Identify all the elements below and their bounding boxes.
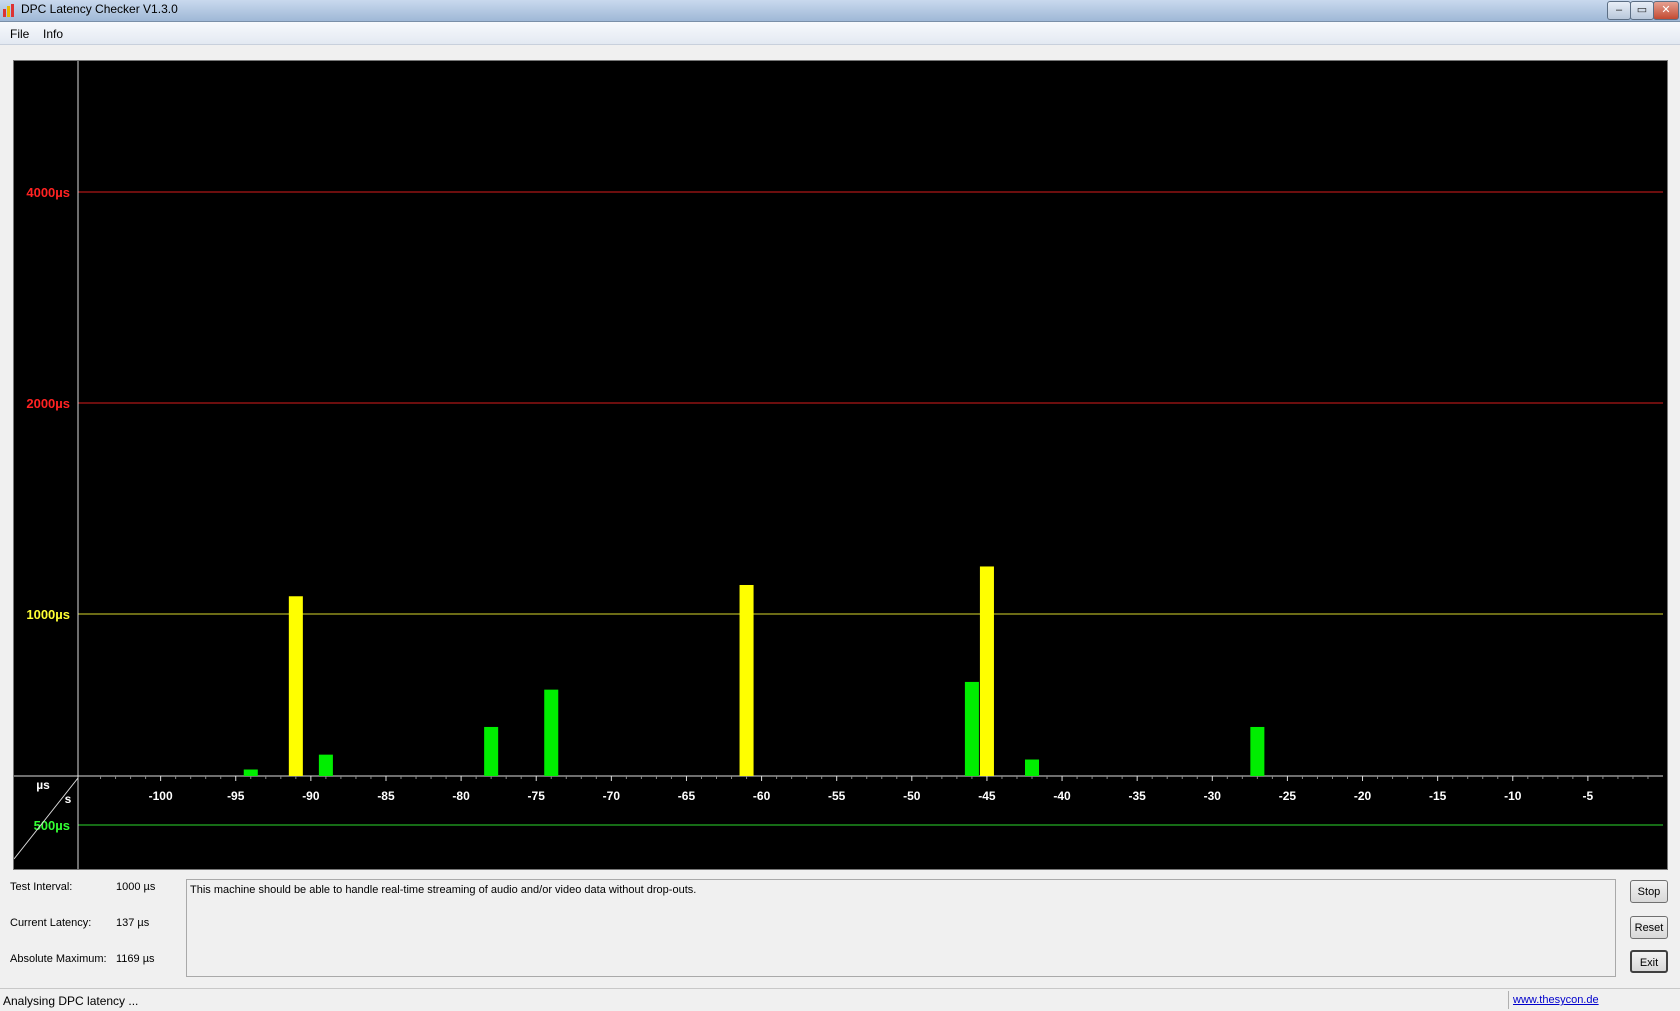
x-tick-label: -40 (1053, 789, 1071, 803)
maximize-button[interactable]: ▭ (1630, 1, 1654, 20)
latency-bar (288, 596, 303, 776)
menu-bar: File Info (0, 22, 1680, 45)
exit-button[interactable]: Exit (1630, 950, 1668, 973)
bottom-panel: Test Interval: 1000 µs Current Latency: … (0, 876, 1680, 988)
latency-bar (979, 566, 994, 776)
x-tick-label: -20 (1354, 789, 1372, 803)
current-latency-value: 137 µs (116, 917, 150, 929)
latency-chart-svg: 500µs1000µs2000µs4000µs8000µs16000µsµss-… (14, 61, 1663, 869)
window-title: DPC Latency Checker V1.3.0 (21, 2, 178, 16)
close-button[interactable]: ✕ (1653, 1, 1679, 20)
threshold-label: 2000µs (26, 396, 70, 411)
status-bar: Analysing DPC latency ... www.thesycon.d… (0, 988, 1680, 1011)
latency-bar (1024, 759, 1040, 776)
x-tick-label: -75 (528, 789, 546, 803)
absolute-maximum-value: 1169 µs (116, 953, 155, 965)
status-message: This machine should be able to handle re… (190, 884, 697, 896)
latency-chart: 500µs1000µs2000µs4000µs8000µs16000µsµss-… (13, 60, 1668, 870)
message-box: This machine should be able to handle re… (186, 879, 1616, 977)
menu-file[interactable]: File (10, 27, 29, 41)
website-link[interactable]: www.thesycon.de (1513, 994, 1599, 1006)
x-tick-label: -100 (149, 789, 173, 803)
x-tick-label: -50 (903, 789, 921, 803)
latency-bar (1250, 726, 1265, 776)
x-tick-label: -95 (227, 789, 245, 803)
threshold-label: 500µs (34, 818, 70, 833)
x-tick-label: -80 (452, 789, 470, 803)
x-tick-label: -30 (1204, 789, 1222, 803)
x-tick-label: -85 (377, 789, 395, 803)
threshold-label: 1000µs (26, 607, 70, 622)
x-tick-label: -65 (678, 789, 696, 803)
latency-bar (544, 689, 559, 776)
latency-bar (964, 681, 979, 776)
stop-button[interactable]: Stop (1630, 880, 1668, 903)
x-tick-label: -15 (1429, 789, 1447, 803)
test-interval-value: 1000 µs (116, 881, 156, 893)
test-interval-label: Test Interval: (10, 881, 73, 893)
current-latency-label: Current Latency: (10, 917, 92, 929)
x-unit-label: s (65, 792, 72, 806)
latency-bar (739, 584, 754, 776)
x-tick-label: -25 (1279, 789, 1297, 803)
x-tick-label: -45 (978, 789, 996, 803)
x-tick-label: -55 (828, 789, 846, 803)
x-tick-label: -35 (1128, 789, 1146, 803)
x-tick-label: -90 (302, 789, 320, 803)
status-separator (1508, 991, 1509, 1009)
latency-bar (243, 769, 258, 776)
absolute-maximum-label: Absolute Maximum: (10, 953, 107, 965)
x-tick-label: -60 (753, 789, 771, 803)
menu-info[interactable]: Info (43, 27, 63, 41)
title-bar: DPC Latency Checker V1.3.0 – ▭ ✕ (0, 0, 1680, 22)
x-tick-label: -5 (1583, 789, 1594, 803)
app-icon (3, 4, 14, 17)
x-tick-label: -70 (603, 789, 621, 803)
latency-bar (484, 726, 499, 776)
reset-button[interactable]: Reset (1630, 916, 1668, 939)
x-tick-label: -10 (1504, 789, 1522, 803)
status-text: Analysing DPC latency ... (3, 994, 139, 1008)
latency-bar (318, 754, 333, 776)
y-unit-label: µs (36, 778, 50, 792)
minimize-button[interactable]: – (1607, 1, 1631, 20)
threshold-label: 4000µs (26, 185, 70, 200)
